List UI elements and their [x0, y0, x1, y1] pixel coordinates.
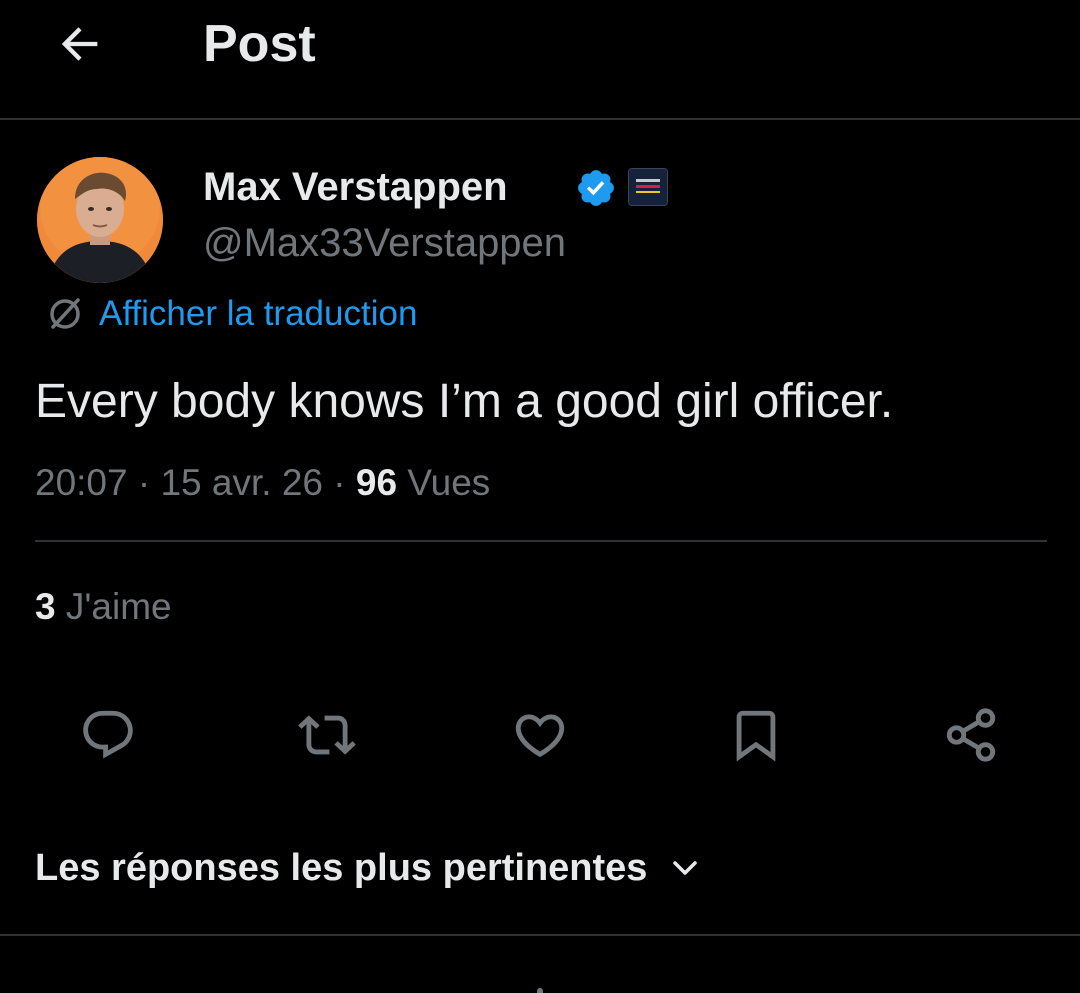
team-logo-icon: [629, 169, 667, 205]
bookmark-icon: [736, 710, 776, 762]
avatar[interactable]: [37, 157, 163, 283]
like-button[interactable]: [508, 703, 572, 767]
chevron-down-icon: [669, 852, 701, 884]
author-name[interactable]: Max Verstappen: [203, 163, 508, 211]
author-handle[interactable]: @Max33Verstappen: [203, 219, 566, 267]
show-translation-button[interactable]: Afficher la traduction: [43, 292, 417, 336]
meta-separator: ·: [333, 462, 346, 503]
post-date[interactable]: 15 avr. 26: [160, 462, 323, 503]
meta-separator: ·: [137, 462, 151, 503]
repost-button[interactable]: [295, 703, 359, 767]
reply-icon: [83, 710, 133, 759]
affiliate-badge-icon[interactable]: [628, 168, 668, 206]
verified-badge-icon[interactable]: [575, 167, 617, 209]
divider: [35, 540, 1047, 542]
share-icon: [946, 708, 996, 762]
page-title: Post: [203, 15, 316, 73]
loading-indicator: [537, 988, 543, 993]
share-button[interactable]: [939, 703, 1003, 767]
views-label: Vues: [407, 462, 491, 503]
top-bar: Post: [0, 0, 1080, 118]
reply-button[interactable]: [76, 703, 140, 767]
header-divider: [0, 118, 1080, 120]
replies-sort-label: Les réponses les plus pertinentes: [35, 846, 648, 889]
likes-count: 3: [35, 586, 56, 627]
likes-summary[interactable]: 3 J'aime: [35, 584, 172, 630]
views-count: 96: [355, 462, 398, 503]
show-translation-label: Afficher la traduction: [99, 294, 418, 333]
post-meta: 20:07 · 15 avr. 26 · 96 Vues: [35, 460, 490, 506]
likes-label: J'aime: [65, 586, 172, 627]
bookmark-button[interactable]: [724, 703, 788, 767]
post-time[interactable]: 20:07: [35, 462, 128, 503]
repost-icon: [298, 715, 356, 755]
translate-icon: [43, 292, 87, 336]
back-button[interactable]: [50, 14, 110, 74]
heart-icon: [515, 714, 565, 758]
post-text: Every body knows I’m a good girl officer…: [35, 375, 894, 428]
replies-sort-dropdown[interactable]: Les réponses les plus pertinentes: [35, 844, 701, 892]
arrow-left-icon: [61, 27, 98, 61]
avatar-image: [37, 157, 163, 283]
divider: [0, 934, 1080, 936]
